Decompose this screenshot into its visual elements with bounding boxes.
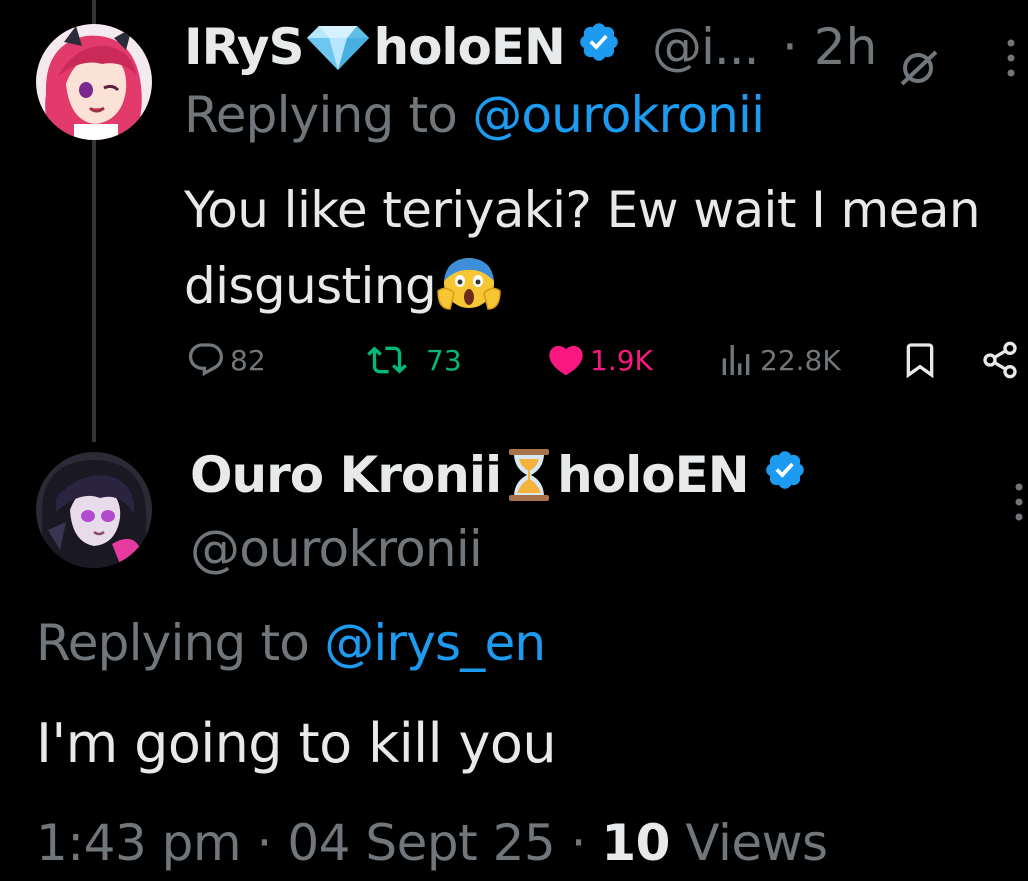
tweet-time[interactable]: 1:43 pm: [36, 814, 242, 872]
grok-icon[interactable]: [898, 50, 942, 90]
like-count: 1.9K: [590, 343, 653, 377]
kronii-replying-to: Replying to @irys_en: [36, 614, 546, 672]
irys-display-name[interactable]: IRyS holoEN: [184, 18, 621, 76]
repost-icon: [367, 346, 407, 374]
irys-avatar[interactable]: [36, 24, 152, 140]
share-button[interactable]: [980, 340, 1024, 380]
meta-separator: ·: [555, 814, 602, 872]
irys-name-text: IRyS: [184, 18, 304, 76]
tweet-date[interactable]: 04 Sept 25: [287, 814, 555, 872]
kronii-handle[interactable]: @ourokronii: [190, 520, 483, 578]
more-vertical-icon[interactable]: [1006, 38, 1016, 82]
meta-separator: ·: [241, 814, 288, 872]
tweet-views-label: Views: [669, 814, 828, 872]
repost-button[interactable]: 73: [362, 340, 462, 380]
views-button[interactable]: 22.8K: [716, 340, 841, 380]
tweet-text-line2: disgusting: [184, 248, 980, 324]
tweet-text-line1: You like teriyaki? Ew wait I mean: [184, 181, 981, 239]
share-icon: [983, 341, 1017, 379]
irys-affiliation-text: holoEN: [373, 18, 565, 76]
like-button[interactable]: 1.9K: [546, 340, 653, 380]
more-vertical-icon[interactable]: [1014, 482, 1024, 526]
hourglass-emoji-icon: [507, 447, 551, 503]
replying-prefix: Replying to: [36, 614, 325, 672]
heart-icon: [549, 345, 583, 376]
verified-badge-icon: [763, 446, 807, 504]
irys-tweet-text: You like teriyaki? Ew wait I mean disgus…: [184, 172, 981, 324]
views-count: 22.8K: [760, 343, 841, 377]
irys-timestamp[interactable]: · 2h: [782, 18, 877, 76]
kronii-affiliation-text: holoEN: [557, 446, 749, 504]
replying-mention-link[interactable]: @ourokronii: [472, 86, 765, 144]
tweet-text-word: disgusting: [184, 257, 437, 315]
reply-count: 82: [230, 343, 266, 377]
irys-handle[interactable]: @i...: [652, 18, 760, 76]
screaming-face-emoji-icon: [436, 253, 502, 311]
time-separator: ·: [782, 18, 798, 76]
analytics-icon: [722, 345, 750, 375]
kronii-tweet-text: I'm going to kill you: [36, 712, 557, 775]
kronii-display-name[interactable]: Ouro Kronii holoEN: [190, 446, 807, 504]
reply-icon: [188, 343, 224, 377]
verified-badge-icon: [577, 18, 621, 76]
kronii-avatar[interactable]: [36, 452, 152, 568]
bookmark-button[interactable]: [900, 340, 944, 380]
repost-count: 73: [426, 343, 462, 377]
irys-replying-to: Replying to @ourokronii: [184, 86, 765, 144]
kronii-name-text: Ouro Kronii: [190, 446, 502, 504]
tweet-views-count[interactable]: 10: [601, 814, 670, 872]
replying-mention-link[interactable]: @irys_en: [324, 614, 546, 672]
replying-prefix: Replying to: [184, 86, 473, 144]
time-text: 2h: [813, 18, 878, 76]
tweet-meta-line: 1:43 pm · 04 Sept 25 · 10 Views: [36, 814, 828, 872]
reply-button[interactable]: 82: [186, 340, 266, 380]
bookmark-icon: [906, 343, 934, 379]
gem-emoji-icon: [305, 22, 371, 72]
